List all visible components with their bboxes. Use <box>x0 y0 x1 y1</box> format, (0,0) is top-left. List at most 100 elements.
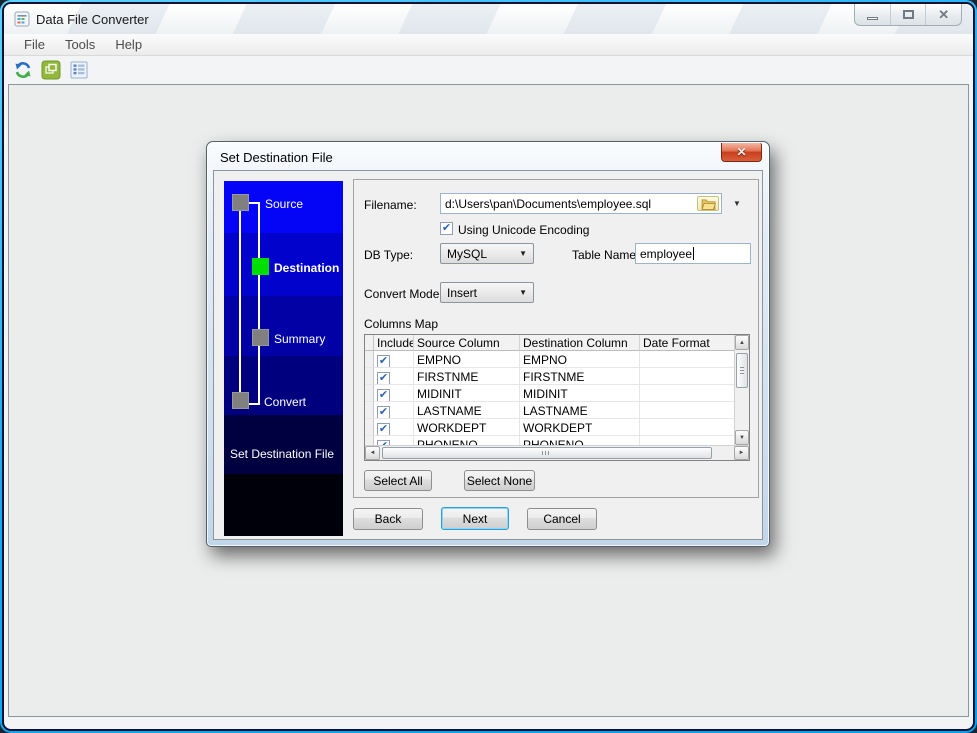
chevron-down-icon: ▼ <box>519 288 527 297</box>
thumb-grip <box>542 451 551 455</box>
column-list-icon <box>70 61 88 79</box>
header-include[interactable]: Include <box>374 335 414 351</box>
include-checkbox[interactable]: ✔ <box>377 389 390 401</box>
vertical-scrollbar[interactable]: ▲ ▼ <box>734 335 749 445</box>
minimize-button[interactable] <box>855 4 891 25</box>
header-date-format[interactable]: Date Format <box>640 335 734 351</box>
batch-button[interactable] <box>40 59 62 81</box>
column-list-button[interactable] <box>68 59 90 81</box>
include-cell: ✔ <box>374 419 414 436</box>
date-format-cell <box>640 436 734 445</box>
header-source-column[interactable]: Source Column <box>414 335 520 351</box>
table-name-value: employee <box>640 246 693 261</box>
wizard-connector-left <box>239 209 241 397</box>
menu-tools[interactable]: Tools <box>55 35 105 54</box>
arrow-down-icon: ▼ <box>739 434 745 441</box>
close-button[interactable]: ✕ <box>926 4 961 25</box>
unicode-checkbox-label: Using Unicode Encoding <box>458 223 590 237</box>
row-selector[interactable] <box>365 402 374 419</box>
back-button[interactable]: Back <box>353 508 423 530</box>
date-format-cell <box>640 351 734 368</box>
dialog-close-button[interactable]: ✕ <box>721 143 762 162</box>
table-row: ✔PHONENOPHONENO <box>365 436 734 445</box>
source-column-cell: FIRSTNME <box>414 368 520 385</box>
row-selector[interactable] <box>365 351 374 368</box>
row-selector[interactable] <box>365 419 374 436</box>
destination-column-cell: FIRSTNME <box>520 368 640 385</box>
window-controls: ✕ <box>854 4 962 26</box>
open-folder-icon <box>701 198 716 210</box>
unicode-checkbox[interactable]: ✔ <box>440 222 453 235</box>
scroll-left-button[interactable]: ◄ <box>365 446 380 460</box>
menu-file[interactable]: File <box>14 35 55 54</box>
table-name-input[interactable]: employee <box>635 243 751 264</box>
source-column-cell: LASTNAME <box>414 402 520 419</box>
next-button[interactable]: Next <box>441 507 509 530</box>
cancel-button[interactable]: Cancel <box>527 508 597 530</box>
wizard-caption: Set Destination File <box>230 447 335 461</box>
scroll-up-button[interactable]: ▲ <box>735 335 749 350</box>
step-destination-label: Destination <box>274 261 340 275</box>
columns-map-table: Include Source Column Destination Column… <box>364 334 750 461</box>
scroll-down-button[interactable]: ▼ <box>735 430 749 445</box>
horizontal-scroll-thumb[interactable] <box>382 447 712 459</box>
table-row: ✔ LASTNAME LASTNAME <box>365 402 734 419</box>
row-selector[interactable] <box>365 436 374 445</box>
dialog-title: Set Destination File <box>220 150 333 165</box>
destination-column-cell: EMPNO <box>520 351 640 368</box>
arrow-left-icon: ◄ <box>369 450 376 456</box>
source-column-cell: MIDINIT <box>414 385 520 402</box>
table-header-row: Include Source Column Destination Column… <box>365 335 734 351</box>
menu-help[interactable]: Help <box>105 35 152 54</box>
filename-input[interactable]: d:\Users\pan\Documents\employee.sql <box>440 193 722 214</box>
wizard-connector-inner <box>258 202 260 405</box>
horizontal-scrollbar[interactable]: ◄ ► <box>365 445 749 460</box>
window-title: Data File Converter <box>36 12 149 27</box>
include-checkbox[interactable]: ✔ <box>377 423 390 435</box>
vertical-scroll-thumb[interactable] <box>736 353 748 388</box>
sidebar-band <box>224 415 343 474</box>
close-icon: ✕ <box>938 7 950 22</box>
batch-windows-icon <box>41 60 61 80</box>
app-icon <box>14 11 30 27</box>
include-cell: ✔ <box>374 351 414 368</box>
maximize-button[interactable] <box>891 4 927 25</box>
filename-label: Filename: <box>364 198 417 212</box>
include-checkbox[interactable]: ✔ <box>377 372 390 384</box>
row-selector[interactable] <box>365 385 374 402</box>
convert-mode-select[interactable]: Insert ▼ <box>440 282 534 303</box>
maximize-icon <box>902 10 914 19</box>
convert-refresh-icon <box>15 62 31 78</box>
date-format-cell <box>640 385 734 402</box>
source-column-cell: WORKDEPT <box>414 419 520 436</box>
include-checkbox[interactable]: ✔ <box>377 355 390 367</box>
include-cell: ✔ <box>374 402 414 419</box>
columns-map-label: Columns Map <box>364 317 439 331</box>
minimize-icon <box>866 16 878 20</box>
sidebar-band <box>224 296 343 356</box>
columns-map-grid: Include Source Column Destination Column… <box>365 335 734 445</box>
dialog-close-icon: ✕ <box>736 145 747 159</box>
date-format-cell <box>640 368 734 385</box>
include-checkbox[interactable]: ✔ <box>377 406 390 418</box>
convert-button[interactable] <box>12 59 34 81</box>
source-column-cell: EMPNO <box>414 351 520 368</box>
filename-dropdown-button[interactable]: ▼ <box>728 193 746 214</box>
include-cell: ✔ <box>374 368 414 385</box>
step-summary-marker <box>252 329 269 346</box>
header-destination-column[interactable]: Destination Column <box>520 335 640 351</box>
convert-mode-label: Convert Mode: <box>364 287 443 301</box>
columns-map-rows: ✔ EMPNO EMPNO ✔ FIRSTNME FIRSTNME ✔ MIDINIT MIDI… <box>365 351 734 445</box>
table-row: ✔ EMPNO EMPNO <box>365 351 734 368</box>
destination-column-cell: PHONENO <box>520 436 640 445</box>
step-source-label: Source <box>265 197 304 211</box>
title-bar[interactable]: Data File Converter ✕ <box>4 4 973 34</box>
browse-button[interactable] <box>697 196 719 211</box>
db-type-select[interactable]: MySQL ▼ <box>440 243 534 264</box>
scroll-right-button[interactable]: ► <box>734 446 749 460</box>
table-row: ✔ FIRSTNME FIRSTNME <box>365 368 734 385</box>
select-all-button[interactable]: Select All <box>364 470 432 491</box>
chevron-down-icon: ▼ <box>733 199 741 208</box>
row-selector[interactable] <box>365 368 374 385</box>
select-none-button[interactable]: Select None <box>464 470 535 491</box>
